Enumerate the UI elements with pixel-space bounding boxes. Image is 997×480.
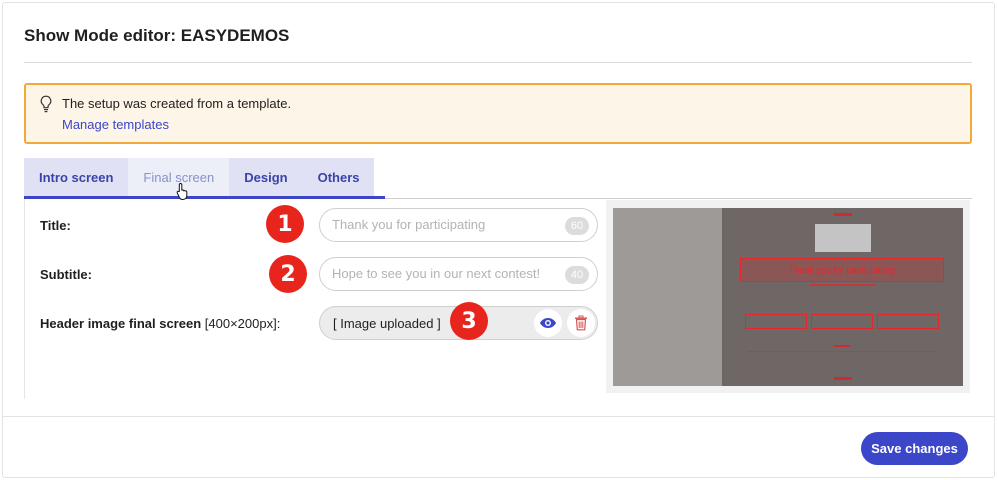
subtitle-label: Subtitle:: [40, 267, 92, 282]
preview-button-2: [811, 314, 873, 329]
tab-intro-screen[interactable]: Intro screen: [24, 158, 129, 196]
template-notice: The setup was created from a template. M…: [24, 83, 972, 144]
eye-icon: [540, 318, 556, 328]
subtitle-field[interactable]: 40: [319, 257, 598, 291]
notice-message: The setup was created from a template.: [62, 96, 292, 111]
title-field[interactable]: 60: [319, 208, 598, 242]
preview-image-button[interactable]: [534, 309, 562, 337]
preview-main: Thank you for participating: [722, 208, 963, 386]
form-left-border: [24, 199, 25, 399]
preview-bottom-marker: [834, 377, 852, 380]
preview-title-text: Thank you for participating: [788, 265, 896, 275]
subtitle-char-counter: 40: [565, 266, 589, 284]
delete-image-button[interactable]: [567, 309, 595, 337]
page-title: Show Mode editor: EASYDEMOS: [24, 26, 290, 45]
subtitle-input[interactable]: [332, 266, 552, 281]
tabs-divider: [385, 198, 972, 199]
title-char-counter: 60: [565, 217, 589, 235]
title-label: Title:: [40, 218, 71, 233]
footer-divider: [3, 416, 994, 417]
header-divider: [24, 62, 972, 63]
save-changes-button[interactable]: Save changes: [861, 432, 968, 465]
header-image-size-hint: [400×200px]:: [204, 316, 281, 331]
preview-button-3: [877, 314, 939, 329]
preview-top-marker: [834, 213, 852, 216]
manage-templates-link[interactable]: Manage templates: [62, 117, 169, 132]
preview-mid-marker: [834, 345, 850, 347]
step-marker-1: 1: [266, 205, 304, 243]
hand-cursor-icon: [176, 182, 188, 200]
tab-design[interactable]: Design: [229, 158, 303, 196]
step-marker-3: 3: [450, 302, 488, 340]
final-screen-preview: Thank you for participating: [606, 200, 970, 393]
preview-title-box: Thank you for participating: [740, 258, 944, 282]
tab-others[interactable]: Others: [302, 158, 375, 196]
upload-status: [ Image uploaded ]: [333, 316, 441, 331]
header-image-label: Header image final screen [400×200px]:: [40, 316, 280, 331]
preview-header-image: [815, 224, 871, 252]
trash-icon: [575, 315, 587, 331]
header-image-label-text: Header image final screen: [40, 316, 202, 331]
tab-bar: Intro screen Final screen Design Others: [24, 158, 375, 199]
preview-text-line: [748, 351, 938, 352]
tabs-active-underline: [24, 196, 385, 199]
preview-subtitle-line: [810, 284, 876, 286]
step-marker-2: 2: [269, 255, 307, 293]
lightbulb-icon: [40, 95, 52, 113]
title-input[interactable]: [332, 217, 552, 232]
preview-sidebar: [613, 208, 722, 386]
preview-button-1: [745, 314, 807, 329]
